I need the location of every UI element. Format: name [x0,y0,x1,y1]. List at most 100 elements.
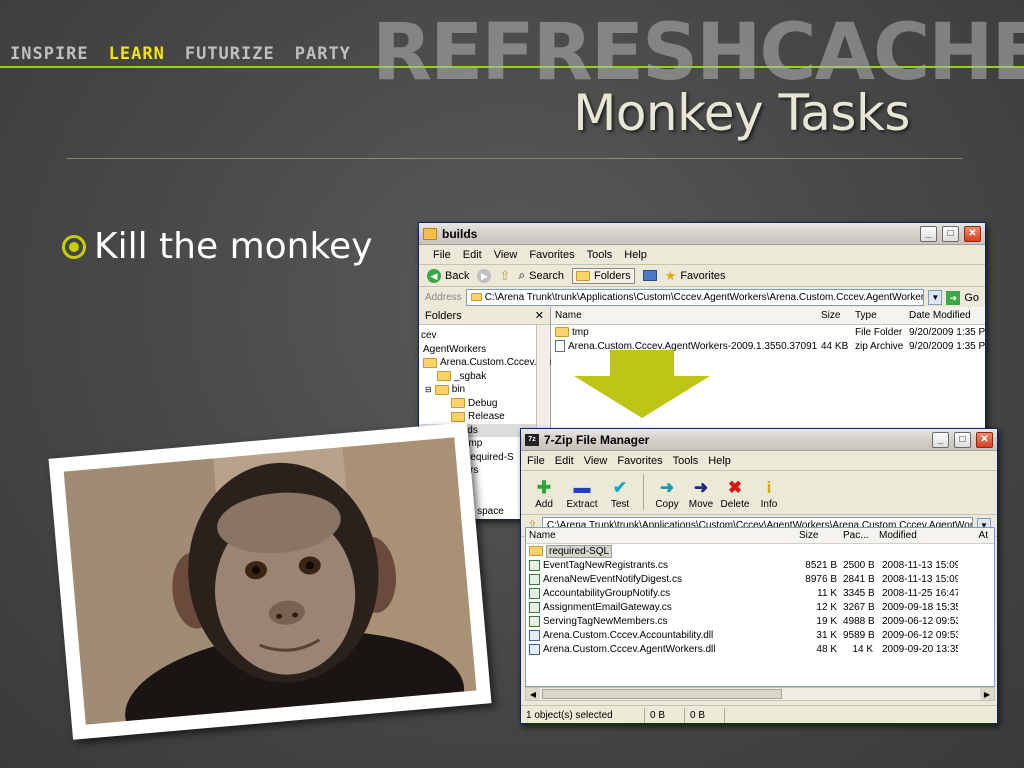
cs-file-icon [529,601,540,613]
menu-tools[interactable]: Tools [587,249,613,261]
col-date[interactable]: Date Modified [905,310,985,321]
row-packed: 9589 B [843,629,875,641]
menu-edit[interactable]: Edit [463,249,482,261]
add-button[interactable]: ✚ Add [527,479,561,510]
copy-button[interactable]: ➜ Copy [650,479,684,510]
scroll-left-icon[interactable]: ◀ [526,688,540,700]
sevenzip-toolbar: ✚ Add ▬ Extract ✔ Test ➜ Copy ➜ Move ✖ Delete … [521,471,997,515]
move-button[interactable]: ➜ Move [684,479,718,510]
col-packed[interactable]: Pac... [840,530,876,541]
sevenzip-title: 7-Zip File Manager [544,432,650,447]
close-button[interactable]: ✕ [976,431,993,448]
test-button[interactable]: ✔ Test [603,479,637,510]
menu-help[interactable]: Help [708,455,731,467]
folders-button[interactable]: Folders [571,267,635,284]
nav-item-futurize[interactable]: FUTURIZE [185,44,275,64]
col-modified[interactable]: Modified [876,530,958,541]
tree-item[interactable]: AgentWorkers [419,343,550,357]
views-button[interactable] [642,270,657,281]
toolbar-separator [643,474,644,510]
file-row[interactable]: AccountabilityGroupNotify.cs 11 K 3345 B 20… [526,586,994,600]
address-dropdown-icon[interactable]: ▼ [928,290,943,305]
file-row[interactable]: Arena.Custom.Cccev.Accountability.dll 31 … [526,628,994,642]
menu-file[interactable]: File [433,249,451,261]
col-name[interactable]: Name [526,530,796,541]
folder-row[interactable]: required-SQL [526,544,994,558]
delete-x-icon: ✖ [727,478,743,497]
bullet-text: Kill the monkey [94,226,373,267]
nav-item-party[interactable]: PARTY [295,44,351,64]
tree-item[interactable]: Release [419,410,550,424]
maximize-button[interactable]: □ [954,431,971,448]
file-row[interactable]: AssignmentEmailGateway.cs 12 K 3267 B 2009-… [526,600,994,614]
col-type[interactable]: Type [851,310,905,321]
file-row[interactable]: tmp File Folder 9/20/2009 1:35 PM [551,325,985,339]
status-selection: 1 object(s) selected [521,707,645,723]
scroll-thumb[interactable] [542,689,782,699]
file-row[interactable]: EventTagNewRegistrants.cs 8521 B 2500 B 200… [526,558,994,572]
folder-icon [434,384,449,395]
tree-item[interactable]: Arena.Custom.Cccev.Age [419,356,554,370]
maximize-button[interactable]: □ [942,225,959,242]
file-row[interactable]: Arena.Custom.Cccev.AgentWorkers.dll 48 K 1… [526,642,994,656]
tree-item[interactable]: cev [419,329,550,343]
favorites-button[interactable]: ★ Favorites [665,268,726,284]
row-name: AccountabilityGroupNotify.cs [543,587,671,599]
folder-icon [423,357,437,368]
col-size[interactable]: Size [796,530,840,541]
menu-tools[interactable]: Tools [673,455,699,467]
up-folder-icon: ⇧ [499,267,511,283]
extract-button[interactable]: ▬ Extract [561,479,603,510]
status-size: 0 B [645,707,685,723]
menu-edit[interactable]: Edit [555,455,574,467]
close-pane-icon[interactable]: ✕ [535,309,544,322]
info-button[interactable]: i Info [752,479,786,510]
status-packed: 0 B [685,707,725,723]
tree-item[interactable]: ⊟ bin [419,383,550,397]
collapse-icon[interactable]: ⊟ [425,385,432,394]
scroll-right-icon[interactable]: ▶ [980,688,994,700]
row-packed: 3267 B [843,601,875,613]
address-input[interactable]: C:\Arena Trunk\trunk\Applications\Custom… [465,289,925,306]
minimize-button[interactable]: _ [920,225,937,242]
go-button[interactable]: ➜ Go [946,290,979,305]
up-folder-button[interactable]: ⇧ [499,268,510,284]
nav-item-inspire[interactable]: INSPIRE [10,44,89,64]
menu-help[interactable]: Help [624,249,647,261]
search-button[interactable]: ⌕ Search [518,268,564,283]
file-row[interactable]: ArenaNewEventNotifyDigest.cs 8976 B 2841 B… [526,572,994,586]
down-arrow-icon [574,350,710,418]
plus-icon: ✚ [536,478,552,497]
close-button[interactable]: ✕ [964,225,981,242]
explorer-toolbar: ◀ Back ▶ ⇧ ⌕ Search Folders ★ Favorites [419,265,985,287]
explorer-titlebar[interactable]: builds _ □ ✕ [419,223,985,245]
row-name: ArenaNewEventNotifyDigest.cs [543,573,682,585]
horizontal-scrollbar[interactable]: ◀ ▶ [525,687,995,701]
sevenzip-titlebar[interactable]: 7z 7-Zip File Manager _ □ ✕ [521,429,997,451]
menu-view[interactable]: View [494,249,518,261]
row-modified: 2009-09-20 13:35 [882,643,958,655]
tree-item[interactable]: _sgbak [419,370,550,384]
row-modified: 2008-11-25 16:47 [882,587,958,599]
folders-header: Folders ✕ [419,307,550,325]
menu-view[interactable]: View [584,455,608,467]
col-size[interactable]: Size [817,310,851,321]
menu-favorites[interactable]: Favorites [617,455,662,467]
menu-favorites[interactable]: Favorites [529,249,574,261]
star-icon: ★ [664,267,677,283]
col-attributes[interactable]: At [958,530,988,541]
minimize-button[interactable]: _ [932,431,949,448]
forward-button[interactable]: ▶ [477,268,492,283]
row-modified: 2008-11-13 15:09 [882,559,958,571]
tree-item[interactable]: Debug [419,397,550,411]
file-row[interactable]: ServingTagNewMembers.cs 19 K 4988 B 2009-06… [526,614,994,628]
back-button[interactable]: ◀ Back [427,268,469,283]
nav-item-learn[interactable]: LEARN [109,44,165,64]
bullet-point: Kill the monkey [62,226,373,267]
menu-file[interactable]: File [527,455,545,467]
sevenzip-statusbar: 1 object(s) selected 0 B 0 B [521,705,997,723]
delete-button[interactable]: ✖ Delete [718,479,752,510]
info-icon: i [766,478,772,497]
col-name[interactable]: Name [551,310,817,321]
row-name: ServingTagNewMembers.cs [543,615,668,627]
